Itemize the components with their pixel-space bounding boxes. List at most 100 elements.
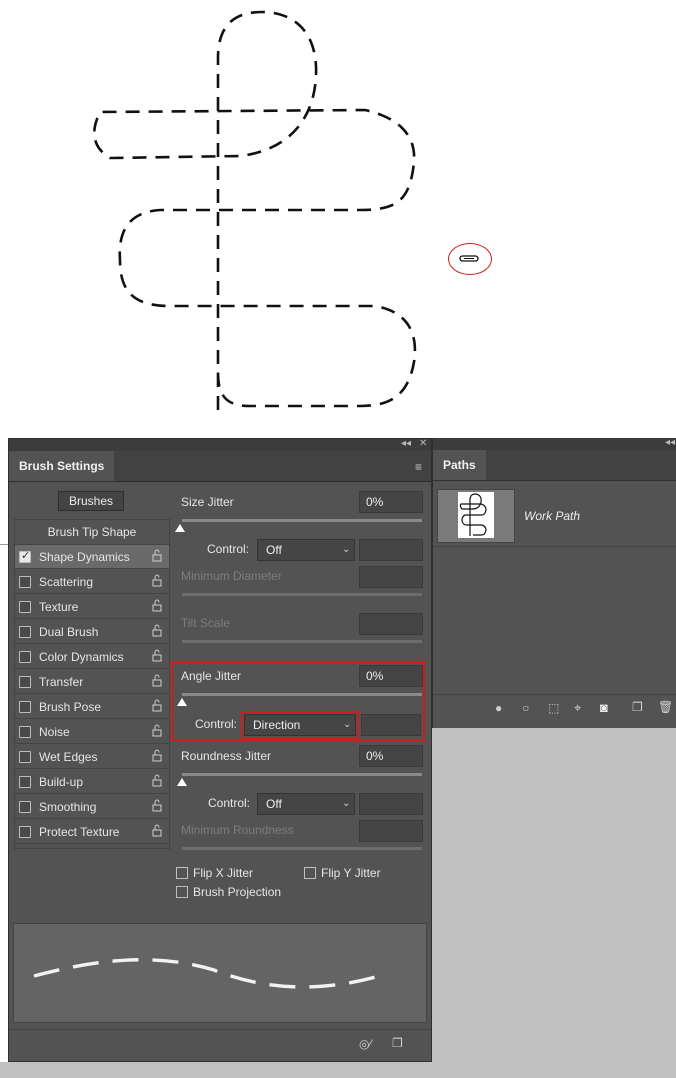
minimum-diameter-label: Minimum Diameter <box>181 569 282 583</box>
option-item[interactable]: Color Dynamics <box>15 645 169 669</box>
paths-bottom-bar: ● ○ ⬚ ⌖ ◙ ❐ 🗑 <box>433 694 676 727</box>
size-control-select[interactable]: Off ⌄ <box>257 539 355 561</box>
new-preset-icon[interactable]: ❐ <box>392 1036 403 1050</box>
toggle-preview-icon[interactable]: ◎⁄ <box>359 1037 371 1051</box>
flip-x-label: Flip X Jitter <box>193 866 254 880</box>
tab-paths[interactable]: Paths <box>433 450 486 480</box>
work-path-thumbnail <box>437 489 515 543</box>
option-item[interactable]: Dual Brush <box>15 620 169 644</box>
angle-jitter-slider[interactable] <box>182 693 422 696</box>
tilt-scale-label: Tilt Scale <box>181 616 230 630</box>
delete-path-icon[interactable]: 🗑 <box>658 700 673 714</box>
lock-icon[interactable] <box>151 674 163 691</box>
tab-brush-settings[interactable]: Brush Settings <box>9 451 115 481</box>
option-checkbox[interactable] <box>19 826 31 838</box>
option-checkbox[interactable] <box>19 776 31 788</box>
make-work-path-icon[interactable]: ⌖ <box>574 700 581 716</box>
option-label: Noise <box>39 725 70 739</box>
size-control-extra-field[interactable] <box>359 539 423 561</box>
brush-tip-shape-item[interactable]: Brush Tip Shape <box>15 520 169 545</box>
option-item[interactable]: Brush Pose <box>15 695 169 719</box>
thumbnail-canvas <box>458 492 494 538</box>
brushes-button[interactable]: Brushes <box>58 491 124 511</box>
lock-icon[interactable] <box>151 799 163 816</box>
option-item[interactable]: Build-up <box>15 770 169 794</box>
collapse-icon[interactable]: ◂◂ <box>401 438 411 449</box>
flip-x-checkbox[interactable] <box>176 867 188 879</box>
stroke-path-icon[interactable]: ○ <box>522 701 529 715</box>
lock-icon[interactable] <box>151 774 163 791</box>
roundness-jitter-field[interactable]: 0% <box>359 745 423 767</box>
option-item[interactable]: Wet Edges <box>15 745 169 769</box>
option-item[interactable]: Smoothing <box>15 795 169 819</box>
lock-icon[interactable] <box>151 574 163 591</box>
option-checkbox[interactable] <box>19 651 31 663</box>
roundness-control-select[interactable]: Off ⌄ <box>257 793 355 815</box>
tilt-scale-slider[interactable] <box>182 640 422 643</box>
minimum-roundness-field[interactable] <box>359 820 423 842</box>
thumbnail-path-icon <box>459 493 487 536</box>
lock-icon[interactable] <box>151 624 163 641</box>
document-canvas[interactable] <box>0 0 676 438</box>
add-mask-icon[interactable]: ◙ <box>600 700 608 715</box>
new-path-icon[interactable]: ❐ <box>632 700 643 714</box>
lock-icon[interactable] <box>151 649 163 666</box>
angle-jitter-label: Angle Jitter <box>181 669 242 683</box>
option-checkbox[interactable] <box>19 751 31 763</box>
size-jitter-field[interactable]: 0% <box>359 491 423 513</box>
lock-icon[interactable] <box>151 549 163 566</box>
angle-control-extra-field[interactable] <box>361 714 421 736</box>
roundness-control-extra-field[interactable] <box>359 793 423 815</box>
option-item[interactable]: Scattering <box>15 570 169 594</box>
option-label: Brush Pose <box>39 700 102 714</box>
option-checkbox[interactable] <box>19 676 31 688</box>
load-selection-icon[interactable]: ⬚ <box>548 701 559 715</box>
angle-jitter-slider-handle[interactable] <box>177 698 187 706</box>
paths-topbar: ◂◂ <box>433 437 676 450</box>
lock-icon[interactable] <box>151 724 163 741</box>
option-checkbox[interactable]: ✓ <box>19 550 31 563</box>
option-checkbox[interactable] <box>19 801 31 813</box>
roundness-jitter-slider[interactable] <box>182 773 422 776</box>
option-checkbox[interactable] <box>19 701 31 713</box>
work-path-label: Work Path <box>524 509 581 523</box>
brush-projection-checkbox[interactable] <box>176 886 188 898</box>
option-item[interactable]: Texture <box>15 595 169 619</box>
option-label: Smoothing <box>39 800 97 814</box>
lock-icon[interactable] <box>151 824 163 841</box>
lock-icon[interactable] <box>151 599 163 616</box>
option-item[interactable]: Transfer <box>15 670 169 694</box>
minimum-roundness-slider[interactable] <box>182 847 422 850</box>
option-label: Protect Texture <box>39 825 120 839</box>
collapse-icon[interactable]: ◂◂ <box>665 437 675 448</box>
option-item[interactable]: Noise <box>15 720 169 744</box>
minimum-diameter-slider[interactable] <box>182 593 422 596</box>
panel-bottom-bar: ◎⁄ ❐ <box>9 1029 431 1062</box>
angle-jitter-field[interactable]: 0% <box>359 665 423 687</box>
fill-path-icon[interactable]: ● <box>495 701 502 715</box>
option-item[interactable]: Protect Texture <box>15 820 169 844</box>
close-icon[interactable]: ✕ <box>419 438 427 449</box>
paths-panel: ◂◂ Paths Work Path ● ○ ⬚ ⌖ ◙ ❐ 🗑 <box>432 437 676 728</box>
angle-control-select[interactable]: Direction ⌄ <box>244 714 356 736</box>
option-checkbox[interactable] <box>19 726 31 738</box>
option-checkbox[interactable] <box>19 626 31 638</box>
option-label: Shape Dynamics <box>39 550 130 564</box>
flip-y-checkbox[interactable] <box>304 867 316 879</box>
panel-menu-icon[interactable]: ≡ <box>415 460 422 474</box>
option-item[interactable]: ✓ Shape Dynamics <box>15 545 169 569</box>
minimum-roundness-label: Minimum Roundness <box>181 823 294 837</box>
minimum-diameter-field[interactable] <box>359 566 423 588</box>
option-checkbox[interactable] <box>19 601 31 613</box>
tilt-scale-field[interactable] <box>359 613 423 635</box>
work-path-row[interactable]: Work Path <box>433 488 676 547</box>
size-jitter-slider[interactable] <box>182 519 422 522</box>
lock-icon[interactable] <box>151 749 163 766</box>
work-path-stroke <box>93 10 417 410</box>
flip-y-label: Flip Y Jitter <box>321 866 381 880</box>
workspace-background-bottom <box>0 1062 676 1078</box>
size-jitter-slider-handle[interactable] <box>175 524 185 532</box>
lock-icon[interactable] <box>151 699 163 716</box>
roundness-jitter-slider-handle[interactable] <box>177 778 187 786</box>
option-checkbox[interactable] <box>19 576 31 588</box>
